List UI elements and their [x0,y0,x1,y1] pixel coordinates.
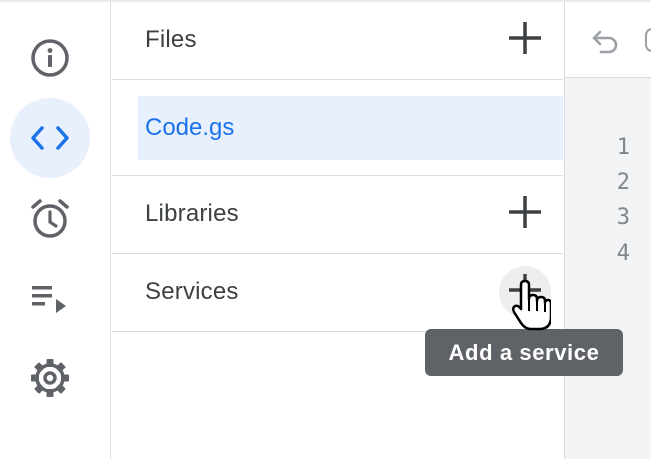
plus-icon [508,21,542,60]
gear-icon [28,356,72,400]
files-panel: Files Code.gs Libraries Services [112,2,563,459]
line-number: 2 [616,170,630,195]
libraries-section-header: Libraries [112,176,563,254]
add-file-button[interactable] [499,14,551,66]
sidebar-item-triggers[interactable] [10,178,90,258]
info-icon [29,37,71,79]
line-number: 4 [616,241,630,266]
sidebar-item-settings[interactable] [10,338,90,418]
services-section-header: Services [112,254,563,332]
file-item-code-gs[interactable]: Code.gs [138,96,563,160]
sidebar-nav [0,2,111,459]
services-label: Services [145,278,239,305]
sidebar-item-overview[interactable] [10,18,90,98]
add-service-tooltip: Add a service [425,329,623,376]
line-number: 1 [616,135,630,160]
files-section-header: Files [112,2,563,80]
playlist-play-icon [28,280,72,316]
libraries-label: Libraries [145,200,239,227]
code-editor[interactable]: 1 2 3 4 [564,78,651,459]
code-icon [28,123,72,153]
editor-toolbar [564,2,651,78]
files-label: Files [145,26,197,53]
file-list: Code.gs [112,80,563,176]
alarm-clock-icon [28,196,72,240]
hand-cursor-icon [511,279,553,336]
file-name: Code.gs [145,114,235,141]
add-library-button[interactable] [499,188,551,240]
undo-icon[interactable] [591,26,621,59]
redo-icon[interactable] [645,28,651,52]
plus-icon [508,195,542,234]
sidebar-item-executions[interactable] [10,258,90,338]
line-number: 3 [616,205,630,230]
sidebar-item-editor[interactable] [10,98,90,178]
